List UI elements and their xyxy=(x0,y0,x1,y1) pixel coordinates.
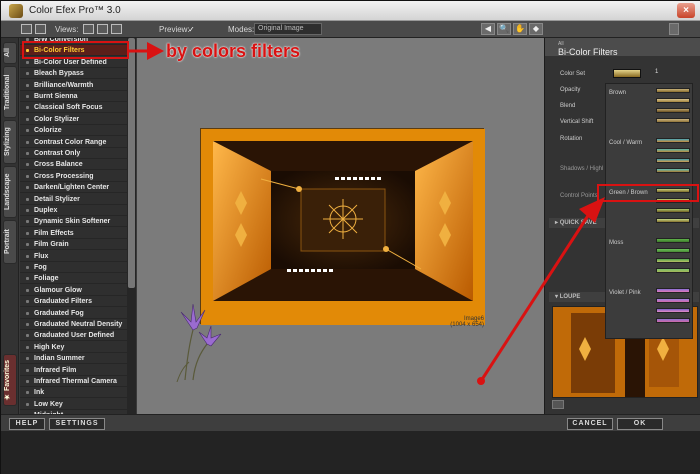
annotation-overlay xyxy=(22,41,699,385)
annotation-arrow-head xyxy=(147,42,164,60)
annotation-text: by colors filters xyxy=(166,41,301,61)
highlight-box-color-set xyxy=(597,184,699,202)
app-window: Color Efex Pro™ 3.0 × Views: Preview: ✓ … xyxy=(0,0,700,474)
highlight-box-filter xyxy=(22,41,129,59)
annotation-pointer-dot xyxy=(477,377,485,385)
annotation-pointer-line xyxy=(479,210,593,382)
annotation-pointer-head xyxy=(579,197,605,223)
